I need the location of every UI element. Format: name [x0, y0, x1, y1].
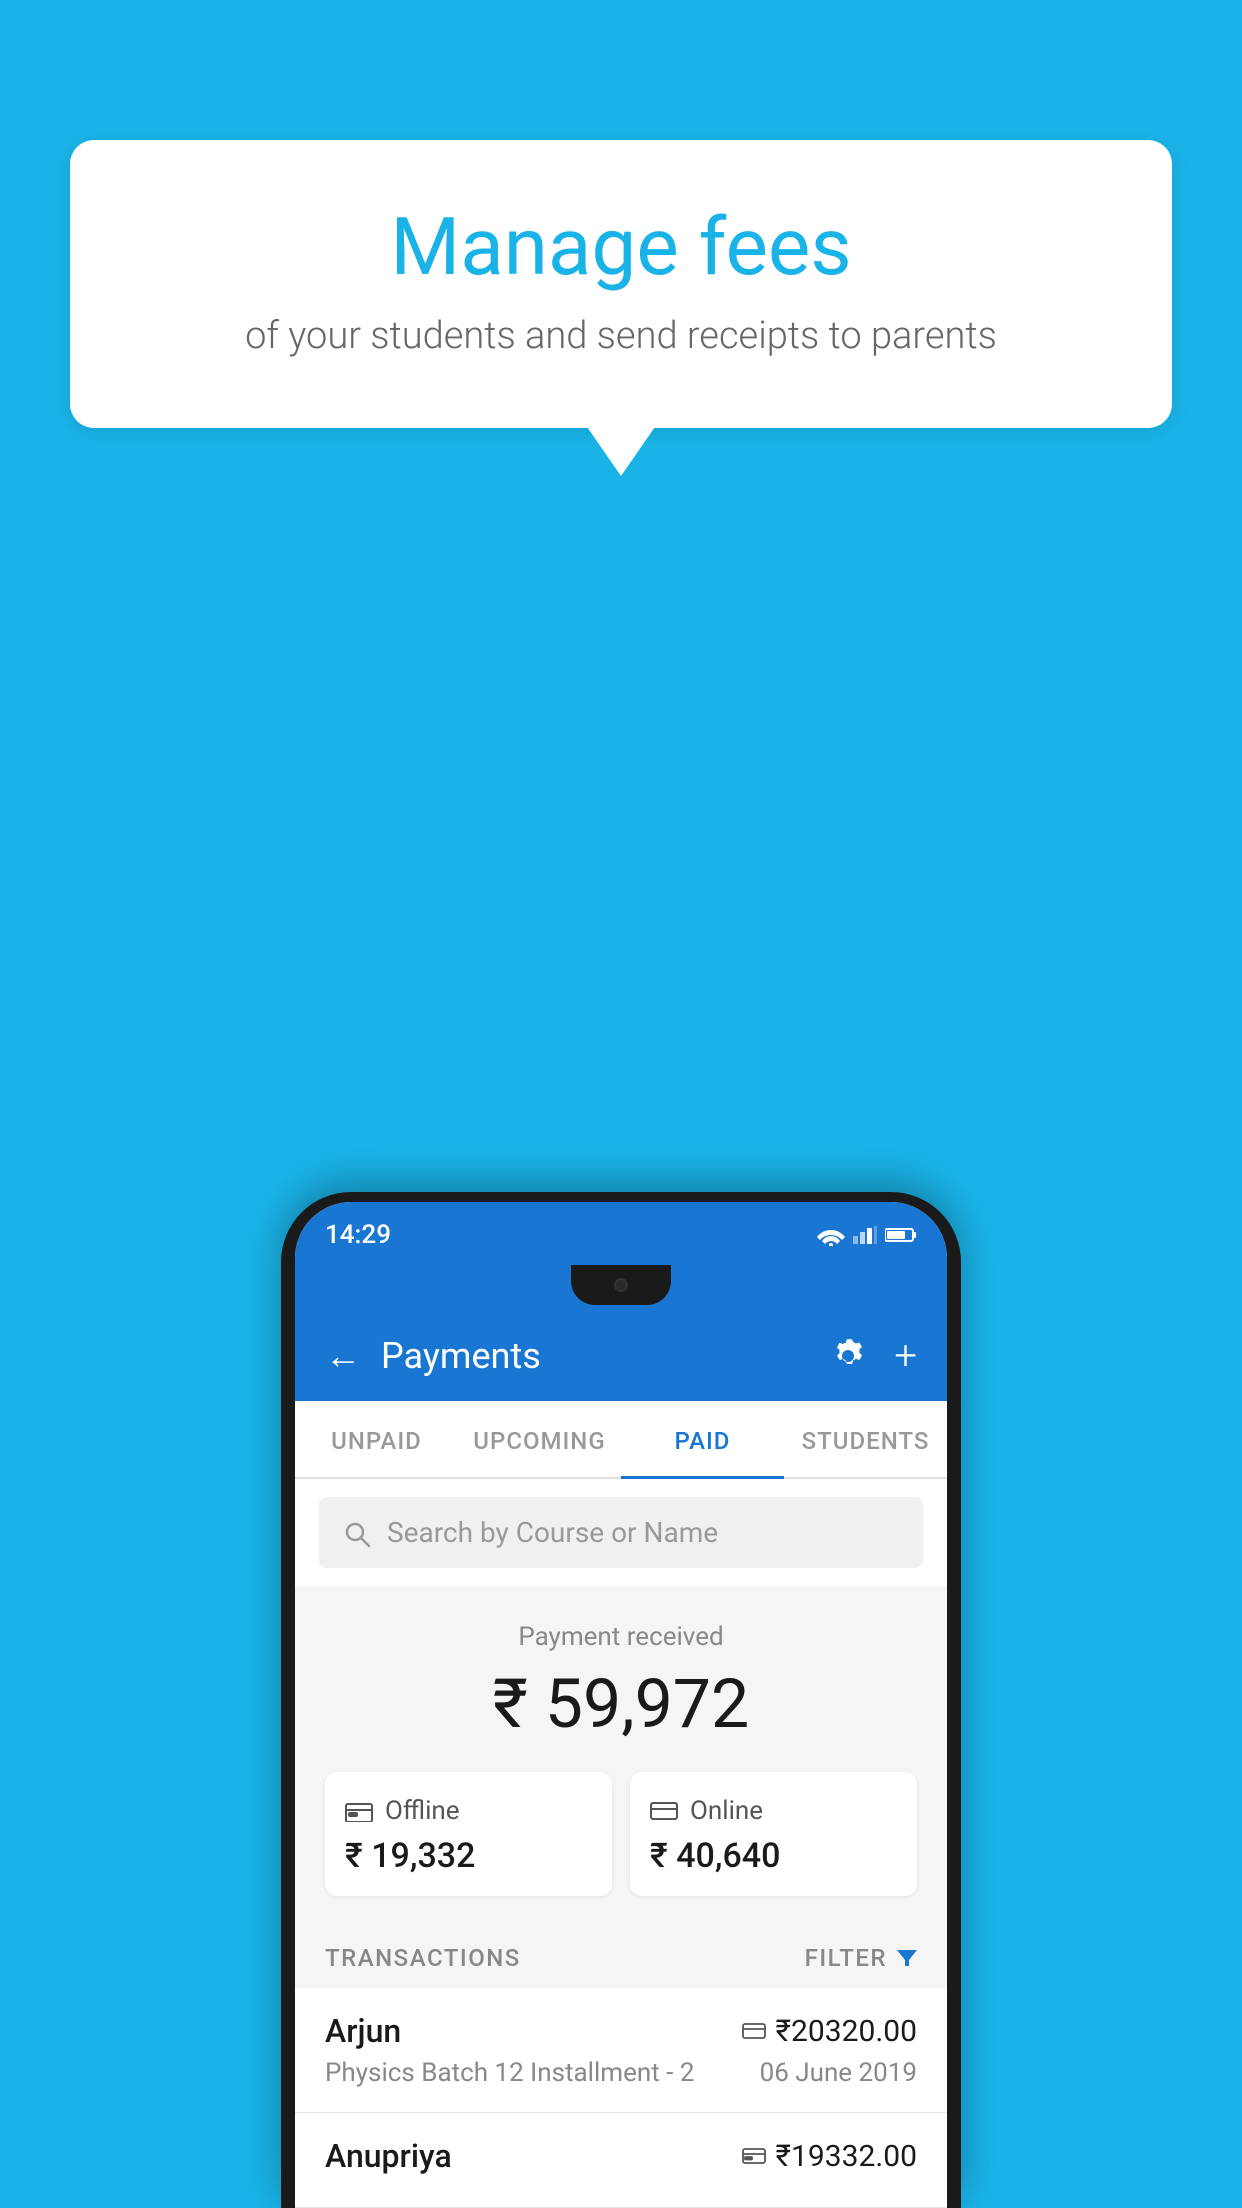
online-transaction-icon	[742, 2022, 766, 2040]
speech-bubble-container: Manage fees of your students and send re…	[70, 140, 1172, 428]
filter-icon	[897, 1948, 917, 1968]
online-icon	[650, 1801, 678, 1821]
transaction-amount: ₹19332.00	[776, 2139, 917, 2174]
tab-upcoming[interactable]: UPCOMING	[458, 1401, 621, 1477]
transactions-header: TRANSACTIONS FILTER	[295, 1920, 947, 1988]
battery-icon	[885, 1227, 917, 1243]
tab-unpaid[interactable]: UNPAID	[295, 1401, 458, 1477]
online-label: Online	[690, 1796, 763, 1826]
wifi-icon	[817, 1224, 845, 1246]
transaction-item[interactable]: Anupriya ₹19332.00	[295, 2113, 947, 2208]
payment-total-amount: ₹ 59,972	[325, 1664, 917, 1744]
settings-icon[interactable]	[830, 1338, 866, 1374]
payment-received-label: Payment received	[325, 1622, 917, 1652]
signal-icon	[853, 1226, 877, 1244]
notch	[571, 1265, 671, 1305]
offline-transaction-icon	[742, 2147, 766, 2165]
transaction-amount-wrap: ₹20320.00	[742, 2014, 917, 2049]
payment-cards: Offline ₹ 19,332 Online ₹ 40,640	[325, 1772, 917, 1896]
add-button[interactable]: +	[894, 1332, 917, 1379]
app-bar-title: Payments	[381, 1335, 810, 1377]
filter-button[interactable]: FILTER	[805, 1944, 917, 1972]
offline-card-header: Offline	[345, 1796, 592, 1826]
transaction-row1: Anupriya ₹19332.00	[325, 2137, 917, 2175]
app-bar-actions: +	[830, 1332, 917, 1379]
speech-bubble-subtitle: of your students and send receipts to pa…	[120, 314, 1122, 358]
transaction-row2: Physics Batch 12 Installment - 2 06 June…	[325, 2058, 917, 2088]
transactions-label: TRANSACTIONS	[325, 1944, 521, 1972]
online-amount: ₹ 40,640	[650, 1836, 897, 1876]
speech-bubble-title: Manage fees	[120, 200, 1122, 294]
filter-label: FILTER	[805, 1944, 887, 1972]
transaction-amount: ₹20320.00	[776, 2014, 917, 2049]
tab-paid[interactable]: PAID	[621, 1401, 784, 1477]
tabs: UNPAID UPCOMING PAID STUDENTS	[295, 1401, 947, 1479]
transaction-course: Physics Batch 12 Installment - 2	[325, 2058, 694, 2088]
phone-frame: 14:29	[281, 1192, 961, 2208]
phone-inner: 14:29	[295, 1202, 947, 2208]
search-placeholder: Search by Course or Name	[387, 1516, 718, 1549]
tab-students[interactable]: STUDENTS	[784, 1401, 947, 1477]
status-time: 14:29	[325, 1220, 391, 1250]
app-bar: ← Payments +	[295, 1310, 947, 1401]
status-bar: 14:29	[295, 1202, 947, 1260]
camera	[614, 1278, 628, 1292]
offline-payment-card: Offline ₹ 19,332	[325, 1772, 612, 1896]
offline-amount: ₹ 19,332	[345, 1836, 592, 1876]
search-icon	[343, 1515, 371, 1550]
search-bar: Search by Course or Name	[295, 1479, 947, 1586]
transaction-item[interactable]: Arjun ₹20320.00 Physics Batch 12 Install…	[295, 1988, 947, 2113]
transaction-date: 06 June 2019	[760, 2058, 917, 2088]
offline-label: Offline	[385, 1796, 460, 1826]
speech-bubble: Manage fees of your students and send re…	[70, 140, 1172, 428]
status-icons	[817, 1224, 917, 1246]
notch-area	[295, 1260, 947, 1310]
transaction-row1: Arjun ₹20320.00	[325, 2012, 917, 2050]
search-input[interactable]: Search by Course or Name	[319, 1497, 923, 1568]
back-button[interactable]: ←	[325, 1335, 361, 1377]
transaction-name: Anupriya	[325, 2137, 452, 2175]
transaction-name: Arjun	[325, 2012, 401, 2050]
offline-icon	[345, 1800, 373, 1822]
online-payment-card: Online ₹ 40,640	[630, 1772, 917, 1896]
online-card-header: Online	[650, 1796, 897, 1826]
transaction-amount-wrap: ₹19332.00	[742, 2139, 917, 2174]
payment-summary: Payment received ₹ 59,972 Offline ₹ 19,3…	[295, 1586, 947, 1920]
